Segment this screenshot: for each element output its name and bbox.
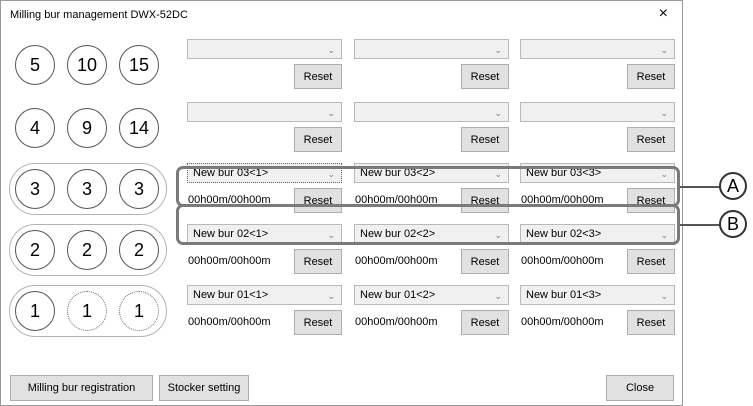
slot-number-badge: 3 [15,169,55,209]
reset-button[interactable]: Reset [461,127,509,152]
usage-time: 00h00m/00h00m [521,255,604,267]
reset-button[interactable]: Reset [627,127,675,152]
reset-button[interactable]: Reset [461,64,509,89]
bur-select[interactable]: ⌄ [354,102,509,122]
chevron-down-icon: ⌄ [660,108,668,118]
bur-select-value: New bur 01<3> [526,289,602,301]
bur-slot: ⌄ Reset [354,39,509,95]
callout-leader-a [680,186,720,188]
reset-button[interactable]: Reset [294,64,342,89]
bur-slot: New bur 01<2> ⌄ 00h00m/00h00m Reset [354,285,509,341]
usage-time: 00h00m/00h00m [188,316,271,328]
slot-number-group: 333 [9,163,167,215]
reset-button[interactable]: Reset [294,127,342,152]
bur-select[interactable]: ⌄ [187,39,342,59]
usage-time: 00h00m/00h00m [355,255,438,267]
callout-b-label: B [719,210,747,238]
bur-slot: New bur 01<1> ⌄ 00h00m/00h00m Reset [187,285,342,341]
reset-button[interactable]: Reset [294,310,342,335]
bur-select[interactable]: ⌄ [520,102,675,122]
stocker-row: 4 9 14 ⌄ Reset ⌄ Reset ⌄ Reset [1,102,682,162]
chevron-down-icon: ⌄ [660,291,668,301]
bur-select[interactable]: New bur 01<2> ⌄ [354,285,509,305]
slot-number-badge: 15 [119,45,159,85]
chevron-down-icon: ⌄ [327,291,335,301]
milling-bur-registration-button[interactable]: Milling bur registration [10,375,153,401]
slot-number-badge: 14 [119,108,159,148]
bur-select-value: New bur 01<1> [193,289,269,301]
window-title: Milling bur management DWX-52DC [10,9,188,21]
slot-number-badge: 2 [119,230,159,270]
bur-slot: ⌄ Reset [354,102,509,158]
slot-number-badge: 10 [67,45,107,85]
reset-button[interactable]: Reset [627,64,675,89]
slot-number-group: 5 10 15 [15,45,161,85]
callout-frame-b [176,204,680,245]
bur-select[interactable]: ⌄ [520,39,675,59]
slot-number-badge: 3 [67,169,107,209]
slot-number-group: 111 [9,285,167,337]
slot-number-badge: 3 [119,169,159,209]
bur-slot: ⌄ Reset [187,102,342,158]
chevron-down-icon: ⌄ [327,45,335,55]
chevron-down-icon: ⌄ [494,108,502,118]
bur-slot: ⌄ Reset [520,39,675,95]
usage-time: 00h00m/00h00m [355,316,438,328]
chevron-down-icon: ⌄ [494,291,502,301]
slot-number-badge: 4 [15,108,55,148]
reset-button[interactable]: Reset [627,249,675,274]
slot-number-group: 4 9 14 [15,108,161,148]
slot-number-badge: 1 [67,291,107,331]
close-button[interactable]: Close [606,375,674,401]
callout-frame-a [176,166,680,207]
chevron-down-icon: ⌄ [494,45,502,55]
bur-select[interactable]: ⌄ [187,102,342,122]
stocker-row: 5 10 15 ⌄ Reset ⌄ Reset ⌄ Reset [1,39,682,99]
title-bar: Milling bur management DWX-52DC × [1,1,682,29]
bur-select[interactable]: New bur 01<3> ⌄ [520,285,675,305]
reset-button[interactable]: Reset [294,249,342,274]
slot-number-badge: 1 [119,291,159,331]
reset-button[interactable]: Reset [461,310,509,335]
bur-select[interactable]: ⌄ [354,39,509,59]
slot-number-group: 222 [9,224,167,276]
bur-select-value: New bur 01<2> [360,289,436,301]
bur-slot: New bur 01<3> ⌄ 00h00m/00h00m Reset [520,285,675,341]
usage-time: 00h00m/00h00m [521,316,604,328]
chevron-down-icon: ⌄ [327,108,335,118]
reset-button[interactable]: Reset [461,249,509,274]
bur-slot: ⌄ Reset [187,39,342,95]
close-icon[interactable]: × [659,5,668,23]
bur-select[interactable]: New bur 01<1> ⌄ [187,285,342,305]
usage-time: 00h00m/00h00m [188,255,271,267]
bur-slot: ⌄ Reset [520,102,675,158]
chevron-down-icon: ⌄ [660,45,668,55]
callout-leader-b [680,224,720,226]
slot-number-badge: 2 [15,230,55,270]
slot-number-badge: 1 [15,291,55,331]
callout-a-label: A [719,172,747,200]
slot-number-badge: 2 [67,230,107,270]
stocker-setting-button[interactable]: Stocker setting [159,375,249,401]
slot-number-badge: 5 [15,45,55,85]
stocker-row: 1 1 1 New bur 01<1> ⌄ 00h00m/00h00m Reset New b… [1,285,682,345]
slot-number-badge: 9 [67,108,107,148]
reset-button[interactable]: Reset [627,310,675,335]
